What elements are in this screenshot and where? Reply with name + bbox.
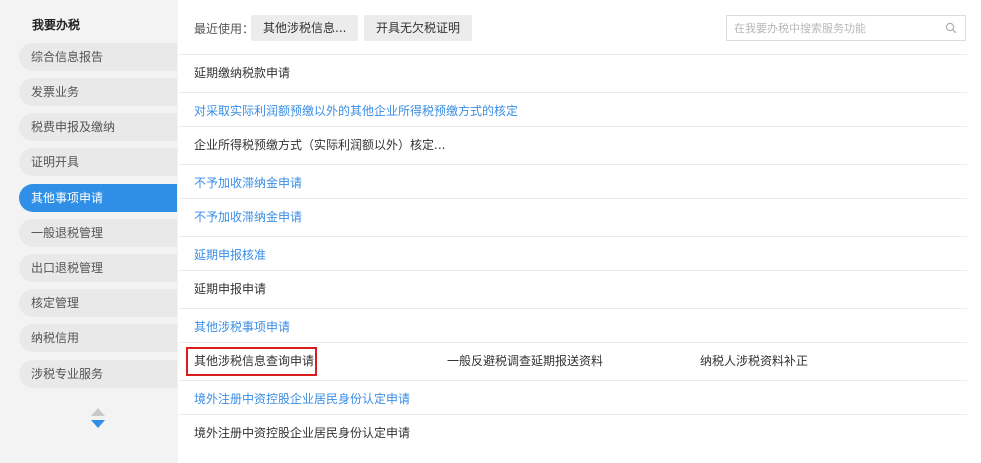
- sidebar-title: 我要办税: [32, 18, 81, 32]
- sidebar-item-general-refund[interactable]: 一般退税管理: [19, 219, 177, 247]
- sidebar-item-tax-filing[interactable]: 税费申报及缴纳: [19, 113, 177, 141]
- sidebar-item-professional-service[interactable]: 涉税专业服务: [19, 360, 177, 388]
- divider: [179, 198, 967, 199]
- search-box: [726, 15, 966, 41]
- search-icon[interactable]: [945, 22, 957, 34]
- divider: [179, 270, 967, 271]
- category-late-fee-waiver[interactable]: 不予加收滞纳金申请: [194, 175, 302, 191]
- sidebar-item-other-applications[interactable]: 其他事项申请: [19, 184, 177, 212]
- category-prepayment-method-assessment[interactable]: 对采取实际利润额预缴以外的其他企业所得税预缴方式的核定: [194, 103, 518, 119]
- sidebar-scroll-control[interactable]: [90, 408, 106, 430]
- category-other-tax-matters[interactable]: 其他涉税事项申请: [194, 319, 290, 335]
- sidebar-item-export-refund[interactable]: 出口退税管理: [19, 254, 177, 282]
- sidebar: 我要办税 综合信息报告 发票业务 税费申报及缴纳 证明开具 其他事项申请 一般退…: [0, 0, 178, 463]
- service-link-anti-avoidance-deferral[interactable]: 一般反避税调查延期报送资料: [447, 353, 603, 369]
- recent-item-other-tax-info[interactable]: 其他涉税信息...: [251, 15, 359, 41]
- divider: [179, 380, 967, 381]
- divider: [179, 92, 967, 93]
- service-link-late-fee-waiver[interactable]: 不予加收滞纳金申请: [194, 209, 302, 225]
- sidebar-item-certificate[interactable]: 证明开具: [19, 148, 177, 176]
- sidebar-item-tax-credit[interactable]: 纳税信用: [19, 324, 177, 352]
- caret-up-icon[interactable]: [91, 408, 105, 416]
- divider: [179, 414, 967, 415]
- sidebar-item-invoice[interactable]: 发票业务: [19, 78, 177, 106]
- recent-item-no-arrears-certificate[interactable]: 开具无欠税证明: [364, 15, 473, 41]
- divider: [179, 342, 967, 343]
- caret-down-icon[interactable]: [91, 420, 105, 428]
- service-link-taxpayer-data-correction[interactable]: 纳税人涉税资料补正: [700, 353, 808, 369]
- category-deferred-filing-approval[interactable]: 延期申报核准: [194, 247, 266, 263]
- service-link-deferred-filing[interactable]: 延期申报申请: [194, 281, 266, 297]
- service-link-deferred-tax-payment[interactable]: 延期缴纳税款申请: [194, 65, 290, 81]
- sidebar-item-comprehensive-report[interactable]: 综合信息报告: [19, 43, 177, 71]
- divider: [179, 308, 967, 309]
- divider: [179, 164, 967, 165]
- category-resident-identity-recognition[interactable]: 境外注册中资控股企业居民身份认定申请: [194, 391, 410, 407]
- divider: [179, 126, 967, 127]
- recent-label: 最近使用：: [194, 22, 255, 36]
- divider: [179, 54, 967, 55]
- service-link-other-tax-info-query[interactable]: 其他涉税信息查询申请: [194, 353, 314, 369]
- sidebar-item-assessment[interactable]: 核定管理: [19, 289, 177, 317]
- service-link-resident-identity-application[interactable]: 境外注册中资控股企业居民身份认定申请: [194, 425, 410, 441]
- divider: [179, 236, 967, 237]
- service-link-prepayment-method[interactable]: 企业所得税预缴方式（实际利润额以外）核定...: [194, 137, 445, 153]
- search-input[interactable]: [727, 16, 937, 40]
